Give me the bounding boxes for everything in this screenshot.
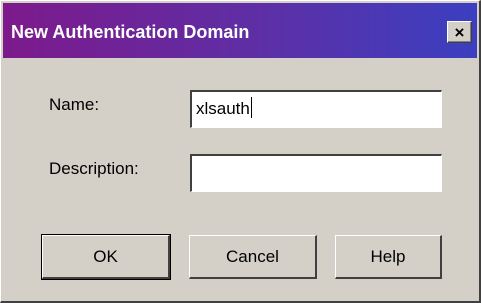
close-button[interactable]: ×	[447, 21, 472, 43]
ok-button-label: OK	[93, 246, 118, 266]
cancel-button-label: Cancel	[226, 246, 279, 266]
name-label: Name:	[49, 95, 100, 114]
name-field[interactable]: xlsauth	[190, 90, 442, 128]
dialog-title: New Authentication Domain	[11, 22, 250, 42]
help-button-label: Help	[370, 246, 406, 266]
description-label: Description:	[49, 159, 139, 178]
authentication-domain-dialog: New Authentication Domain × Name: xlsaut…	[0, 0, 481, 303]
close-icon: ×	[454, 22, 465, 42]
ok-button[interactable]: OK	[41, 234, 171, 280]
cancel-button[interactable]: Cancel	[189, 235, 317, 279]
description-field[interactable]	[190, 154, 442, 192]
text-cursor	[250, 97, 252, 118]
help-button[interactable]: Help	[335, 235, 442, 279]
name-field-value: xlsauth	[196, 99, 250, 118]
title-bar[interactable]: New Authentication Domain ×	[3, 3, 477, 58]
